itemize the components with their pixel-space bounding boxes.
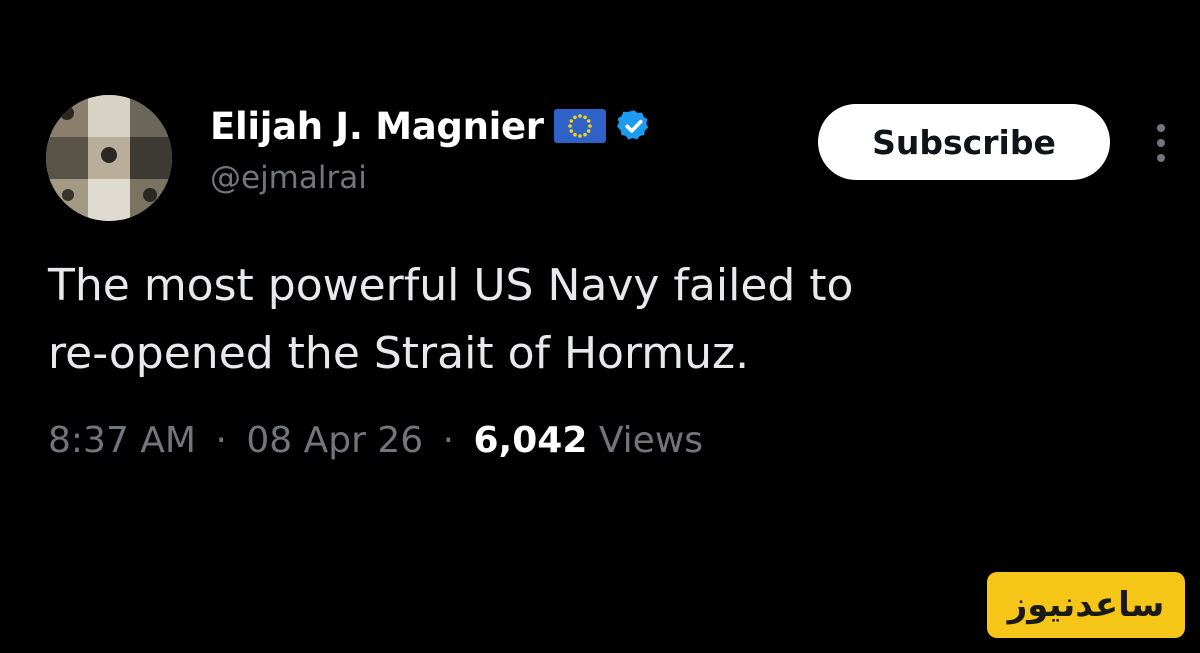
meta-separator: · (442, 420, 455, 461)
eu-flag-icon (553, 109, 606, 143)
tweet-line: The most powerful US Navy failed to (48, 260, 854, 311)
views-count: 6,042 (473, 420, 588, 461)
avatar[interactable] (46, 95, 172, 221)
more-vertical-icon[interactable] (1150, 118, 1172, 168)
views-label: Views (598, 420, 704, 461)
tweet-text: The most powerful US Navy failed to re-o… (48, 252, 1128, 388)
verified-badge-icon (616, 108, 652, 144)
author-handle[interactable]: @ejmalrai (210, 160, 367, 196)
tweet-date[interactable]: 08 Apr 26 (246, 420, 423, 461)
display-name[interactable]: Elijah J. Magnier (210, 105, 544, 148)
tweet-meta: 8:37 AM · 08 Apr 26 · 6,042 Views (48, 420, 703, 461)
meta-separator: · (215, 420, 227, 461)
subscribe-button[interactable]: Subscribe (818, 104, 1110, 180)
tweet-line: re-opened the Strait of Hormuz. (48, 328, 750, 379)
tweet-time[interactable]: 8:37 AM (48, 420, 196, 461)
watermark-logo: ساعدنیوز (987, 572, 1185, 638)
display-name-row: Elijah J. Magnier (210, 98, 652, 154)
avatar-image (46, 95, 172, 221)
